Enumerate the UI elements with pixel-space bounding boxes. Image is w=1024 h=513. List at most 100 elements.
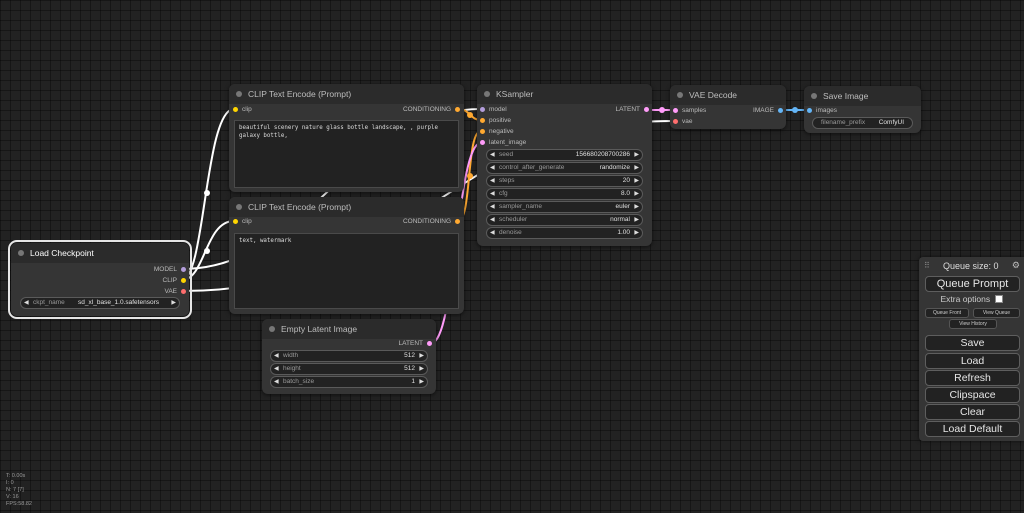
decrement-arrow-icon[interactable]: ◀: [274, 351, 279, 361]
increment-arrow-icon[interactable]: ▶: [634, 189, 639, 199]
slot-dot-icon[interactable]: [181, 278, 186, 283]
decrement-arrow-icon[interactable]: ◀: [490, 189, 495, 199]
output-slot-image[interactable]: IMAGE: [753, 106, 784, 115]
queue-front-button[interactable]: Queue Front: [925, 308, 969, 318]
decrement-arrow-icon[interactable]: ◀: [490, 202, 495, 212]
collapse-dot-icon[interactable]: [269, 326, 275, 332]
slot-dot-icon[interactable]: [427, 341, 432, 346]
input-slot-clip[interactable]: clip: [232, 105, 252, 114]
extra-options-checkbox[interactable]: [994, 295, 1003, 303]
input-slot-samples[interactable]: samples: [672, 106, 706, 115]
widget-ckpt-name[interactable]: ◀ ckpt_name sd_xl_base_1.0.safetensors ▶: [20, 297, 180, 309]
increment-arrow-icon[interactable]: ▶: [419, 351, 424, 361]
increment-arrow-icon[interactable]: ▶: [634, 176, 639, 186]
collapse-dot-icon[interactable]: [236, 91, 242, 97]
node-title-bar[interactable]: Empty Latent Image: [262, 319, 436, 339]
slot-dot-icon[interactable]: [455, 219, 460, 224]
node-title-bar[interactable]: KSampler: [477, 84, 652, 104]
node-vae-decode[interactable]: VAE Decode samples vae IMAGE: [670, 85, 786, 129]
output-slot-conditioning[interactable]: CONDITIONING: [403, 105, 461, 114]
decrement-arrow-icon[interactable]: ◀: [490, 228, 495, 238]
increment-arrow-icon[interactable]: ▶: [634, 150, 639, 160]
collapse-dot-icon[interactable]: [18, 250, 24, 256]
increment-arrow-icon[interactable]: ▶: [419, 364, 424, 374]
slot-dot-icon[interactable]: [233, 107, 238, 112]
slot-dot-icon[interactable]: [181, 267, 186, 272]
decrement-arrow-icon[interactable]: ◀: [490, 163, 495, 173]
widget-denoise[interactable]: ◀ denoise 1.00 ▶: [486, 227, 643, 239]
increment-arrow-icon[interactable]: ▶: [634, 202, 639, 212]
decrement-arrow-icon[interactable]: ◀: [490, 215, 495, 225]
view-queue-button[interactable]: View Queue: [973, 308, 1020, 318]
link-midpoint[interactable]: [204, 190, 210, 196]
widget-filename-prefix[interactable]: filename_prefix ComfyUI: [812, 117, 913, 129]
slot-dot-icon[interactable]: [455, 107, 460, 112]
collapse-dot-icon[interactable]: [677, 92, 683, 98]
slot-dot-icon[interactable]: [480, 129, 485, 134]
increment-arrow-icon[interactable]: ▶: [419, 377, 424, 387]
slot-dot-icon[interactable]: [807, 108, 812, 113]
link-midpoint[interactable]: [792, 107, 798, 113]
widget-height[interactable]: ◀ height 512 ▶: [270, 363, 428, 375]
input-slot-model[interactable]: model: [479, 105, 507, 114]
decrement-arrow-icon[interactable]: ◀: [490, 176, 495, 186]
refresh-button[interactable]: Refresh: [925, 370, 1020, 386]
slot-dot-icon[interactable]: [673, 108, 678, 113]
node-clip-text-encode-negative[interactable]: CLIP Text Encode (Prompt) clip CONDITION…: [229, 197, 464, 314]
save-button[interactable]: Save: [925, 335, 1020, 351]
slot-dot-icon[interactable]: [480, 107, 485, 112]
collapse-dot-icon[interactable]: [236, 204, 242, 210]
drag-handle-icon[interactable]: ⠿: [924, 261, 930, 270]
increment-arrow-icon[interactable]: ▶: [171, 298, 176, 308]
decrement-arrow-icon[interactable]: ◀: [24, 298, 29, 308]
input-slot-clip[interactable]: clip: [232, 217, 252, 226]
widget-width[interactable]: ◀ width 512 ▶: [270, 350, 428, 362]
slot-dot-icon[interactable]: [233, 219, 238, 224]
input-slot-negative[interactable]: negative: [479, 127, 514, 136]
collapse-dot-icon[interactable]: [484, 91, 490, 97]
prompt-textarea[interactable]: beautiful scenery nature glass bottle la…: [234, 120, 459, 188]
widget-steps[interactable]: ◀ steps 20 ▶: [486, 175, 643, 187]
node-load-checkpoint[interactable]: Load Checkpoint MODEL CLIP VAE ◀ ckpt_na…: [8, 240, 192, 319]
increment-arrow-icon[interactable]: ▶: [634, 163, 639, 173]
output-slot-latent[interactable]: LATENT: [616, 105, 650, 114]
node-title-bar[interactable]: Load Checkpoint: [11, 243, 189, 263]
settings-gear-icon[interactable]: ⚙: [1012, 260, 1020, 271]
slot-dot-icon[interactable]: [480, 118, 485, 123]
decrement-arrow-icon[interactable]: ◀: [274, 364, 279, 374]
widget-scheduler[interactable]: ◀ scheduler normal ▶: [486, 214, 643, 226]
input-slot-latent-image[interactable]: latent_image: [479, 138, 526, 147]
slot-dot-icon[interactable]: [778, 108, 783, 113]
widget-sampler-name[interactable]: ◀ sampler_name euler ▶: [486, 201, 643, 213]
decrement-arrow-icon[interactable]: ◀: [274, 377, 279, 387]
input-slot-positive[interactable]: positive: [479, 116, 511, 125]
slot-dot-icon[interactable]: [644, 107, 649, 112]
input-slot-images[interactable]: images: [806, 106, 837, 115]
increment-arrow-icon[interactable]: ▶: [634, 228, 639, 238]
slot-dot-icon[interactable]: [673, 119, 678, 124]
output-slot-model[interactable]: MODEL: [154, 265, 187, 274]
prompt-textarea[interactable]: text, watermark: [234, 233, 459, 309]
node-title-bar[interactable]: CLIP Text Encode (Prompt): [229, 197, 464, 217]
slot-dot-icon[interactable]: [181, 289, 186, 294]
node-save-image[interactable]: Save Image images filename_prefix ComfyU…: [804, 86, 921, 133]
collapse-dot-icon[interactable]: [811, 93, 817, 99]
node-ksampler[interactable]: KSampler model positive negative latent_…: [477, 84, 652, 246]
node-title-bar[interactable]: Save Image: [804, 86, 921, 106]
node-empty-latent-image[interactable]: Empty Latent Image LATENT ◀ width 512 ▶ …: [262, 319, 436, 394]
output-slot-latent[interactable]: LATENT: [399, 339, 433, 348]
widget-batch-size[interactable]: ◀ batch_size 1 ▶: [270, 376, 428, 388]
output-slot-vae[interactable]: VAE: [164, 287, 187, 296]
node-title-bar[interactable]: CLIP Text Encode (Prompt): [229, 84, 464, 104]
input-slot-vae[interactable]: vae: [672, 117, 692, 126]
output-slot-clip[interactable]: CLIP: [163, 276, 187, 285]
node-title-bar[interactable]: VAE Decode: [670, 85, 786, 105]
load-default-button[interactable]: Load Default: [925, 421, 1020, 437]
output-slot-conditioning[interactable]: CONDITIONING: [403, 217, 461, 226]
view-history-button[interactable]: View History: [949, 319, 997, 329]
decrement-arrow-icon[interactable]: ◀: [490, 150, 495, 160]
node-clip-text-encode-positive[interactable]: CLIP Text Encode (Prompt) clip CONDITION…: [229, 84, 464, 192]
link-midpoint[interactable]: [659, 107, 665, 113]
queue-prompt-button[interactable]: Queue Prompt: [925, 276, 1020, 292]
link-midpoint[interactable]: [467, 112, 473, 118]
